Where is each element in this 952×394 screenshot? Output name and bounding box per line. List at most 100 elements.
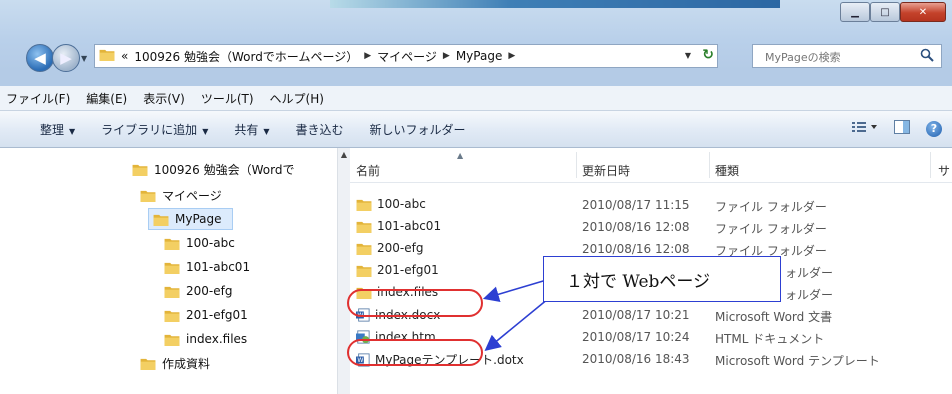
tree-item-label: マイページ bbox=[162, 188, 222, 203]
refresh-icon[interactable]: ↻ bbox=[702, 47, 714, 63]
preview-pane-button[interactable] bbox=[894, 120, 910, 137]
forward-arrow-icon: ▶ bbox=[60, 49, 72, 67]
breadcrumb-mypage[interactable]: MyPage bbox=[456, 49, 503, 63]
breadcrumb-study-group[interactable]: 100926 勉強会（Wordでホームページ） bbox=[134, 48, 358, 65]
breadcrumb-separator-icon[interactable]: ▶ bbox=[443, 51, 450, 61]
explorer-window: ▁ □ ✕ ◀ ▶ ▼ « 100926 勉強会（Wordでホームページ） ▶ … bbox=[0, 0, 952, 394]
file-name: 201-efg01 bbox=[377, 263, 439, 277]
menu-edit[interactable]: 編集(E) bbox=[79, 90, 136, 107]
tree-item-label: 100-abc bbox=[186, 236, 235, 250]
menu-tools[interactable]: ツール(T) bbox=[194, 90, 263, 107]
navigation-pane: 100926 勉強会（Wordで マイページ MyPage 100-abc 10… bbox=[0, 148, 337, 394]
recent-pages-dropdown[interactable]: ▼ bbox=[81, 54, 87, 63]
breadcrumb-separator-icon[interactable]: ▶ bbox=[508, 51, 515, 61]
help-icon[interactable]: ? bbox=[926, 120, 942, 137]
address-overflow[interactable]: « bbox=[121, 49, 128, 63]
file-row[interactable]: 100-abc 2010/08/17 11:15 ファイル フォルダー bbox=[350, 194, 952, 216]
scroll-up-icon[interactable]: ▲ bbox=[338, 150, 350, 159]
menu-bar: ファイル(F) 編集(E) 表示(V) ツール(T) ヘルプ(H) bbox=[0, 86, 952, 111]
add-to-library-button[interactable]: ライブラリに追加 ▼ bbox=[89, 121, 222, 138]
address-dropdown-icon[interactable]: ▼ bbox=[685, 51, 691, 60]
new-folder-button[interactable]: 新しいフォルダー bbox=[358, 121, 480, 138]
search-icon[interactable] bbox=[920, 48, 934, 62]
forward-button[interactable]: ▶ bbox=[52, 44, 80, 72]
file-name: 100-abc bbox=[377, 197, 426, 211]
highlight-oval-index-files bbox=[347, 289, 483, 317]
tree-item-label: 200-efg bbox=[186, 284, 233, 298]
tree-item-label: 作成資料 bbox=[162, 356, 211, 371]
column-divider[interactable] bbox=[930, 152, 931, 178]
file-date: 2010/08/16 12:08 bbox=[582, 242, 690, 256]
file-date: 2010/08/16 18:43 bbox=[582, 352, 690, 366]
folder-icon bbox=[164, 286, 180, 298]
view-options-button[interactable] bbox=[852, 121, 878, 136]
maximize-icon: □ bbox=[880, 6, 890, 18]
file-date: 2010/08/17 10:24 bbox=[582, 330, 690, 344]
file-type: ファイル フォルダー bbox=[715, 222, 827, 236]
file-name-cell: 101-abc01 bbox=[356, 219, 441, 233]
column-name[interactable]: 名前 bbox=[356, 162, 380, 179]
tree-item-mypage[interactable]: MyPage bbox=[148, 208, 233, 230]
chevron-down-icon: ▼ bbox=[263, 126, 270, 136]
share-button[interactable]: 共有 ▼ bbox=[222, 121, 283, 138]
folder-icon bbox=[140, 190, 156, 202]
tree-item-label: index.files bbox=[186, 332, 248, 346]
close-button[interactable]: ✕ bbox=[900, 2, 946, 22]
minimize-icon: ▁ bbox=[851, 6, 859, 18]
burn-button[interactable]: 書き込む bbox=[284, 121, 358, 138]
tree-item-label: MyPage bbox=[175, 212, 222, 226]
file-type: ファイル フォルダー bbox=[715, 200, 827, 214]
tree-item-label: 101-abc01 bbox=[186, 260, 251, 274]
address-folder-icon bbox=[99, 48, 115, 64]
column-type[interactable]: 種類 bbox=[715, 162, 739, 179]
menu-file[interactable]: ファイル(F) bbox=[0, 90, 79, 107]
tree-item-label: 201-efg01 bbox=[186, 308, 248, 322]
tree-item-100-abc[interactable]: 100-abc bbox=[164, 232, 235, 254]
tree-item-study-group[interactable]: 100926 勉強会（Wordで bbox=[132, 158, 294, 180]
folder-icon bbox=[164, 310, 180, 322]
file-name-cell: 201-efg01 bbox=[356, 263, 439, 277]
column-header: ▲ 名前 更新日時 種類 サ bbox=[350, 148, 952, 183]
toolbar-right-group: ? bbox=[852, 120, 942, 137]
share-label: 共有 bbox=[234, 122, 259, 137]
back-arrow-icon: ◀ bbox=[34, 49, 46, 67]
caption-buttons: ▁ □ ✕ bbox=[840, 2, 946, 22]
address-bar[interactable]: « 100926 勉強会（Wordでホームページ） ▶ マイページ ▶ MyPa… bbox=[94, 44, 718, 68]
tree-item-materials[interactable]: 作成資料 bbox=[140, 352, 210, 374]
organize-button[interactable]: 整理 ▼ bbox=[0, 121, 89, 138]
file-name-cell: 200-efg bbox=[356, 241, 423, 255]
back-button[interactable]: ◀ bbox=[26, 44, 54, 72]
tree-item-index-files[interactable]: index.files bbox=[164, 328, 247, 350]
menu-help[interactable]: ヘルプ(H) bbox=[263, 90, 333, 107]
folder-icon bbox=[356, 221, 372, 233]
file-name: 101-abc01 bbox=[377, 219, 442, 233]
tree-item-201-efg01[interactable]: 201-efg01 bbox=[164, 304, 248, 326]
annotation-callout: １対で Webページ bbox=[543, 256, 781, 302]
folder-icon bbox=[356, 265, 372, 277]
tree-item-mypage-jp[interactable]: マイページ bbox=[140, 184, 222, 206]
breadcrumb-mypage-jp[interactable]: マイページ bbox=[377, 48, 437, 65]
tree-item-200-efg[interactable]: 200-efg bbox=[164, 280, 232, 302]
column-date[interactable]: 更新日時 bbox=[582, 162, 630, 179]
tree-item-label: 100926 勉強会（Wordで bbox=[154, 162, 295, 177]
command-toolbar: 整理 ▼ ライブラリに追加 ▼ 共有 ▼ 書き込む 新しいフォルダー ? bbox=[0, 111, 952, 148]
highlight-oval-index-htm bbox=[347, 339, 483, 366]
file-name: 200-efg bbox=[377, 241, 424, 255]
column-divider[interactable] bbox=[709, 152, 710, 178]
file-type: HTML ドキュメント bbox=[715, 332, 825, 346]
folder-icon bbox=[356, 199, 372, 211]
file-date: 2010/08/17 11:15 bbox=[582, 198, 690, 212]
column-divider[interactable] bbox=[576, 152, 577, 178]
folder-icon bbox=[164, 238, 180, 250]
search-input[interactable] bbox=[763, 46, 917, 68]
file-row[interactable]: 101-abc01 2010/08/16 12:08 ファイル フォルダー bbox=[350, 216, 952, 238]
column-size[interactable]: サ bbox=[938, 162, 950, 179]
search-box bbox=[752, 44, 942, 68]
breadcrumb-separator-icon[interactable]: ▶ bbox=[364, 51, 371, 61]
file-type: Microsoft Word テンプレート bbox=[715, 354, 880, 368]
preview-pane-icon bbox=[894, 120, 910, 134]
minimize-button[interactable]: ▁ bbox=[840, 2, 870, 22]
menu-view[interactable]: 表示(V) bbox=[136, 90, 194, 107]
maximize-button[interactable]: □ bbox=[870, 2, 900, 22]
tree-item-101-abc01[interactable]: 101-abc01 bbox=[164, 256, 250, 278]
